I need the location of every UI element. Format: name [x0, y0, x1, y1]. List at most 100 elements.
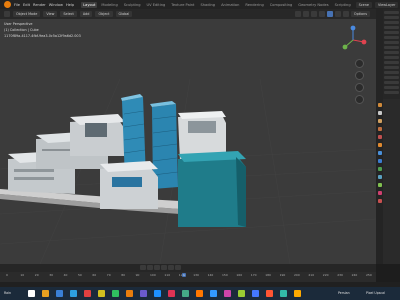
gizmo-toggle-icon[interactable] — [302, 11, 309, 17]
outliner-row[interactable] — [384, 56, 399, 59]
tab-animation[interactable]: Animation — [219, 2, 241, 8]
menu-select[interactable]: Select — [60, 11, 77, 17]
menu-object[interactable]: Object — [95, 11, 113, 17]
mode-dropdown[interactable]: Object Mode — [13, 11, 41, 17]
menu-view[interactable]: View — [43, 11, 58, 17]
current-frame-indicator[interactable]: 1 — [182, 273, 186, 277]
menu-add[interactable]: Add — [79, 11, 93, 17]
outliner-row[interactable] — [384, 26, 399, 29]
taskbar-app-icon[interactable] — [266, 290, 273, 297]
outliner-row[interactable] — [384, 16, 399, 19]
taskbar-app-icon[interactable] — [70, 290, 77, 297]
taskbar-app-icon[interactable] — [28, 290, 35, 297]
data-props-icon[interactable] — [377, 183, 382, 187]
outliner-row[interactable] — [384, 76, 399, 79]
outliner-row[interactable] — [384, 61, 399, 64]
tab-rendering[interactable]: Rendering — [243, 2, 265, 8]
view-layer-props-icon[interactable] — [377, 119, 382, 123]
pan-hand-icon[interactable] — [355, 71, 364, 80]
taskbar-app-icon[interactable] — [210, 290, 217, 297]
tab-modeling[interactable]: Modeling — [99, 2, 119, 8]
z-axis-handle[interactable] — [350, 25, 356, 31]
rendered-shading-icon[interactable] — [342, 11, 349, 17]
zoom-icon[interactable] — [355, 59, 364, 68]
material-props-icon[interactable] — [377, 191, 382, 195]
particles-props-icon[interactable] — [377, 159, 382, 163]
modifier-props-icon[interactable] — [377, 151, 382, 155]
outliner-row[interactable] — [384, 31, 399, 34]
taskbar-app-icon[interactable] — [224, 290, 231, 297]
menu-render[interactable]: Render — [33, 3, 46, 7]
taskbar-app-pixel-upscale[interactable]: Pixel Upscal — [366, 291, 385, 295]
outliner-row[interactable] — [384, 71, 399, 74]
material-shading-icon[interactable] — [334, 11, 341, 17]
taskbar-app-icon[interactable] — [280, 290, 287, 297]
taskbar-app-icon[interactable] — [84, 290, 91, 297]
jump-end-icon[interactable] — [175, 265, 181, 270]
physics-props-icon[interactable] — [377, 167, 382, 171]
taskbar-app-icon[interactable] — [98, 290, 105, 297]
taskbar-app-icon[interactable] — [252, 290, 259, 297]
texture-props-icon[interactable] — [377, 199, 382, 203]
taskbar-app-icon[interactable] — [294, 290, 301, 297]
blender-logo-icon[interactable] — [4, 1, 11, 8]
scene-props-icon[interactable] — [377, 127, 382, 131]
outliner-row[interactable] — [384, 21, 399, 24]
navigation-gizmo[interactable] — [338, 25, 368, 55]
taskbar-app-icon[interactable] — [182, 290, 189, 297]
play-icon[interactable] — [161, 265, 167, 270]
perspective-toggle-icon[interactable] — [355, 95, 364, 104]
outliner-row[interactable] — [384, 81, 399, 84]
view-layer-field[interactable]: ViewLayer — [374, 1, 399, 8]
y-axis-handle[interactable] — [342, 44, 348, 50]
taskbar-app-icon[interactable] — [42, 290, 49, 297]
timeline[interactable]: 0102030405060708090100110120130140150160… — [0, 272, 376, 282]
outliner-row[interactable] — [384, 46, 399, 49]
menu-file[interactable]: File — [14, 3, 20, 7]
outliner-row[interactable] — [384, 41, 399, 44]
tab-compositing[interactable]: Compositing — [268, 2, 295, 8]
outliner-row[interactable] — [384, 36, 399, 39]
outliner-row[interactable] — [384, 11, 399, 14]
outliner-row[interactable] — [384, 51, 399, 54]
taskbar-app-icon[interactable] — [154, 290, 161, 297]
taskbar-app-icon[interactable] — [140, 290, 147, 297]
weather-widget-text[interactable]: Rain — [4, 291, 11, 295]
next-keyframe-icon[interactable] — [168, 265, 174, 270]
xray-toggle-icon[interactable] — [318, 11, 325, 17]
solid-shading-icon[interactable] — [326, 11, 333, 17]
taskbar-app-icon[interactable] — [56, 290, 63, 297]
object-props-icon[interactable] — [377, 143, 382, 147]
taskbar-app-icon[interactable] — [112, 290, 119, 297]
outliner-row[interactable] — [384, 86, 399, 89]
options-dropdown[interactable]: Options — [350, 11, 370, 17]
taskbar-app-icon[interactable] — [168, 290, 175, 297]
tab-texture-paint[interactable]: Texture Paint — [169, 2, 196, 8]
menu-help[interactable]: Help — [66, 3, 74, 7]
taskbar-app-icon[interactable] — [196, 290, 203, 297]
outliner-row[interactable] — [384, 91, 399, 94]
tab-sculpting[interactable]: Sculpting — [122, 2, 143, 8]
viewport-3d[interactable]: User Perspective (1) Collection | Cube 1… — [0, 19, 376, 264]
scene-field[interactable]: Scene — [355, 1, 372, 8]
outliner-row[interactable] — [384, 66, 399, 69]
menu-window[interactable]: Window — [49, 3, 63, 7]
tab-geometry-nodes[interactable]: Geometry Nodes — [296, 2, 330, 8]
editor-type-icon[interactable] — [4, 11, 10, 17]
tab-scripting[interactable]: Scripting — [333, 2, 353, 8]
menu-edit[interactable]: Edit — [23, 3, 30, 7]
taskbar-app-persian[interactable]: Persian — [338, 291, 350, 295]
visibility-icon[interactable] — [294, 11, 301, 17]
camera-view-icon[interactable] — [355, 83, 364, 92]
x-axis-handle[interactable] — [361, 39, 367, 45]
transform-orientation-dropdown[interactable]: Global — [115, 11, 133, 17]
constraints-props-icon[interactable] — [377, 175, 382, 179]
overlay-toggle-icon[interactable] — [310, 11, 317, 17]
prev-keyframe-icon[interactable] — [147, 265, 153, 270]
jump-start-icon[interactable] — [140, 265, 146, 270]
tab-shading[interactable]: Shading — [198, 2, 217, 8]
play-reverse-icon[interactable] — [154, 265, 160, 270]
tab-uv-editing[interactable]: UV Editing — [145, 2, 168, 8]
render-props-icon[interactable] — [377, 103, 382, 107]
taskbar-app-icon[interactable] — [126, 290, 133, 297]
